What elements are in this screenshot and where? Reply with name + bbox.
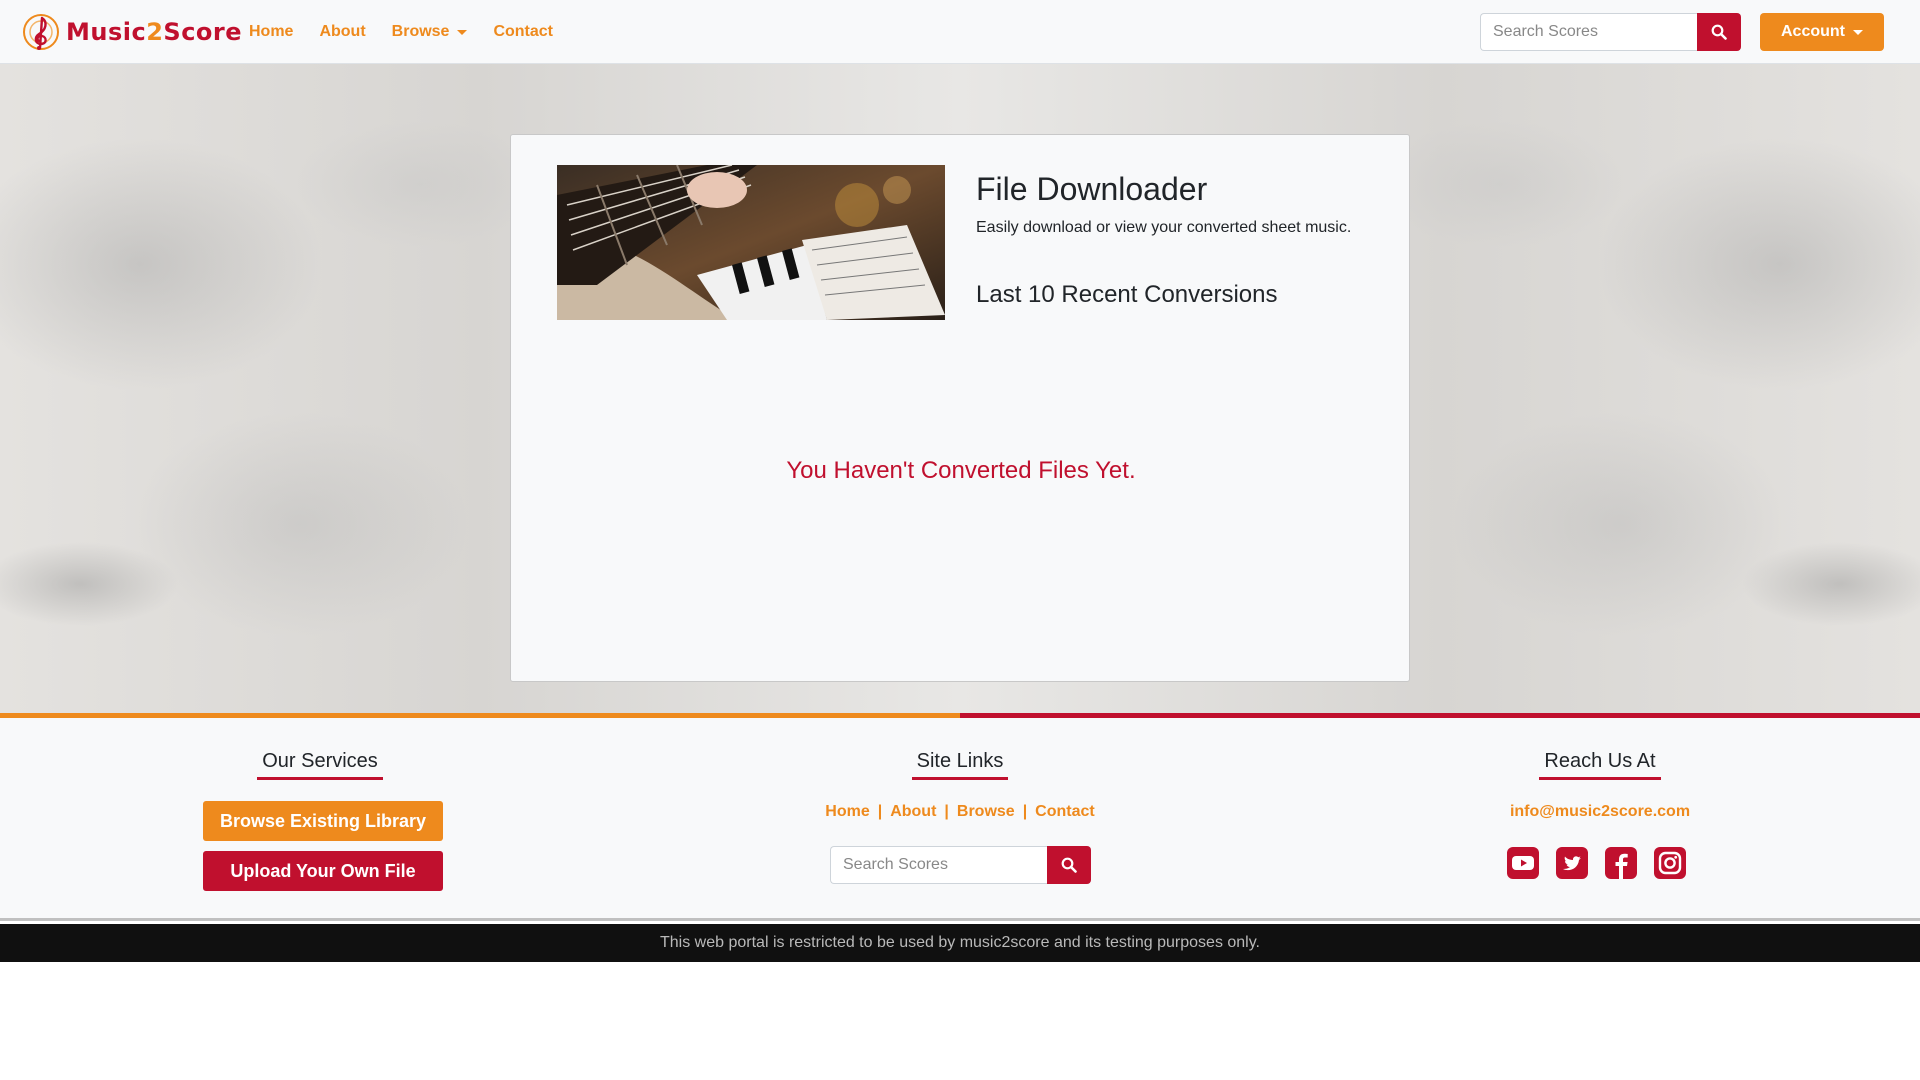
twitter-icon[interactable]: [1555, 846, 1589, 880]
separator: |: [1022, 803, 1028, 820]
facebook-icon[interactable]: [1604, 846, 1638, 880]
recent-conversions-heading: Last 10 Recent Conversions: [976, 281, 1278, 308]
footer-site-links-column: Site Links Home | About | Browse | Contact: [640, 718, 1280, 884]
youtube-icon[interactable]: [1506, 846, 1540, 880]
file-downloader-card: File Downloader Easily download or view …: [510, 134, 1410, 682]
search-icon: [1061, 857, 1077, 873]
footer-link-about[interactable]: About: [890, 803, 936, 820]
caret-down-icon: [1853, 29, 1863, 35]
reach-us-title: Reach Us At: [1539, 750, 1661, 780]
footer-link-contact[interactable]: Contact: [1035, 803, 1095, 820]
social-links: [1506, 846, 1702, 880]
separator: |: [877, 803, 883, 820]
separator: |: [944, 803, 949, 820]
brand-logo-link[interactable]: Music2Score: [20, 12, 242, 52]
browse-library-button[interactable]: Browse Existing Library: [203, 801, 443, 841]
page-subtitle: Easily download or view your converted s…: [976, 219, 1352, 236]
contact-email-link[interactable]: info@music2score.com: [1280, 803, 1920, 821]
nav-home[interactable]: Home: [236, 23, 306, 41]
footer-search-input[interactable]: [830, 846, 1047, 884]
navbar: Music2Score Home About Browse Contact Ac…: [0, 0, 1920, 64]
footer-link-home[interactable]: Home: [825, 803, 869, 820]
nav-browse-dropdown[interactable]: Browse: [379, 23, 481, 41]
page-title: File Downloader: [976, 171, 1208, 207]
nav-browse-label: Browse: [391, 23, 450, 40]
bottom-notice-text: This web portal is restricted to be used…: [660, 934, 1260, 951]
caret-down-icon: [457, 29, 468, 35]
footer-services-column: Our Services Browse Existing Library Upl…: [0, 718, 640, 891]
nav-about[interactable]: About: [306, 23, 378, 41]
footer-search-button[interactable]: [1047, 846, 1091, 884]
treble-clef-logo-icon: [23, 14, 59, 50]
footer-search-form: [830, 846, 1091, 884]
empty-state-message: You Haven't Converted Files Yet.: [786, 457, 1136, 484]
account-label: Account: [1781, 23, 1845, 40]
footer-contact-column: Reach Us At info@music2score.com: [1280, 718, 1920, 879]
footer-link-browse[interactable]: Browse: [957, 803, 1015, 820]
brand-name: Music2Score: [66, 18, 243, 46]
bottom-notice-bar: This web portal is restricted to be used…: [0, 924, 1920, 962]
footer-links: Home | About | Browse | Contact: [640, 803, 1280, 821]
nav-links: Home About Browse Contact: [236, 0, 566, 64]
nav-search-button[interactable]: [1697, 13, 1741, 51]
nav-contact[interactable]: Contact: [480, 23, 566, 41]
account-dropdown-button[interactable]: Account: [1760, 13, 1884, 51]
instagram-icon[interactable]: [1653, 846, 1687, 880]
site-links-title: Site Links: [911, 750, 1009, 780]
services-title: Our Services: [257, 750, 383, 780]
search-icon: [1711, 24, 1727, 40]
nav-search-input[interactable]: [1480, 13, 1697, 51]
guitar-sheet-music-image: [557, 165, 945, 320]
footer: Our Services Browse Existing Library Upl…: [0, 718, 1920, 921]
nav-search-form: [1480, 13, 1741, 51]
upload-file-button[interactable]: Upload Your Own File: [203, 851, 443, 891]
